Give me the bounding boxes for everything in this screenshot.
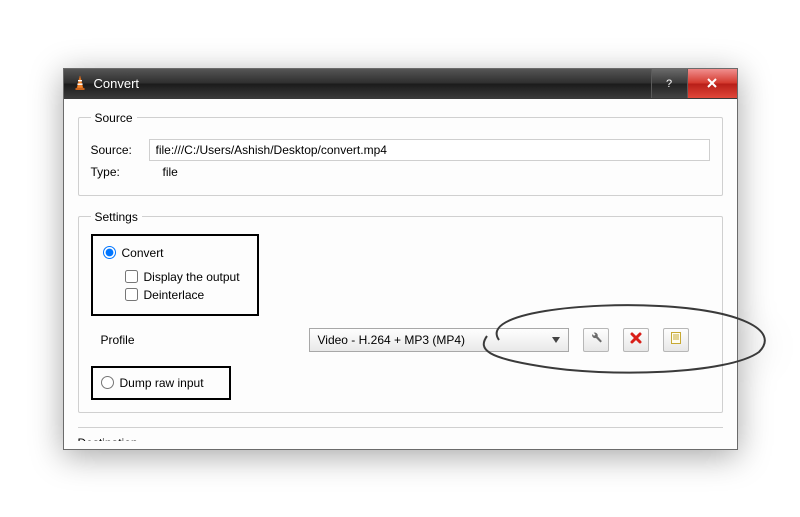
titlebar: Convert ? bbox=[64, 69, 737, 99]
display-output-checkbox[interactable] bbox=[125, 270, 138, 283]
display-output-label: Display the output bbox=[144, 270, 240, 284]
convert-radio[interactable] bbox=[103, 246, 116, 259]
convert-window: Convert ? Source Source: Type: fi bbox=[63, 68, 738, 450]
source-label: Source: bbox=[91, 143, 149, 157]
wrench-icon bbox=[589, 331, 603, 348]
new-page-icon bbox=[669, 331, 683, 348]
convert-radio-label: Convert bbox=[122, 246, 164, 260]
deinterlace-checkbox[interactable] bbox=[125, 288, 138, 301]
client-area: Source Source: Type: file Settings Conve… bbox=[64, 99, 737, 449]
svg-text:?: ? bbox=[666, 78, 672, 89]
settings-group: Settings Convert Display the output Dein… bbox=[78, 210, 723, 413]
settings-legend: Settings bbox=[91, 210, 142, 224]
profile-row: Profile Video - H.264 + MP3 (MP4) bbox=[91, 328, 710, 352]
delete-x-icon bbox=[629, 331, 643, 348]
type-label: Type: bbox=[91, 165, 149, 179]
titlebar-buttons: ? bbox=[651, 69, 737, 98]
convert-options-highlight: Convert Display the output Deinterlace bbox=[91, 234, 259, 316]
source-group: Source Source: Type: file bbox=[78, 111, 723, 196]
profile-select[interactable]: Video - H.264 + MP3 (MP4) bbox=[309, 328, 569, 352]
delete-profile-button[interactable] bbox=[623, 328, 649, 352]
profile-selected-value: Video - H.264 + MP3 (MP4) bbox=[318, 333, 466, 347]
destination-legend: Destination bbox=[78, 427, 723, 441]
chevron-down-icon bbox=[548, 337, 564, 343]
close-button[interactable] bbox=[687, 69, 737, 98]
edit-profile-button[interactable] bbox=[583, 328, 609, 352]
deinterlace-label: Deinterlace bbox=[144, 288, 205, 302]
new-profile-button[interactable] bbox=[663, 328, 689, 352]
dump-raw-highlight: Dump raw input bbox=[91, 366, 231, 400]
dump-raw-label: Dump raw input bbox=[120, 376, 204, 390]
type-value: file bbox=[149, 165, 178, 179]
source-legend: Source bbox=[91, 111, 137, 125]
help-button[interactable]: ? bbox=[651, 69, 687, 98]
dump-raw-radio[interactable] bbox=[101, 376, 114, 389]
profile-label: Profile bbox=[101, 333, 161, 347]
vlc-cone-icon bbox=[72, 75, 88, 91]
source-path-input[interactable] bbox=[149, 139, 710, 161]
window-title: Convert bbox=[94, 76, 651, 91]
